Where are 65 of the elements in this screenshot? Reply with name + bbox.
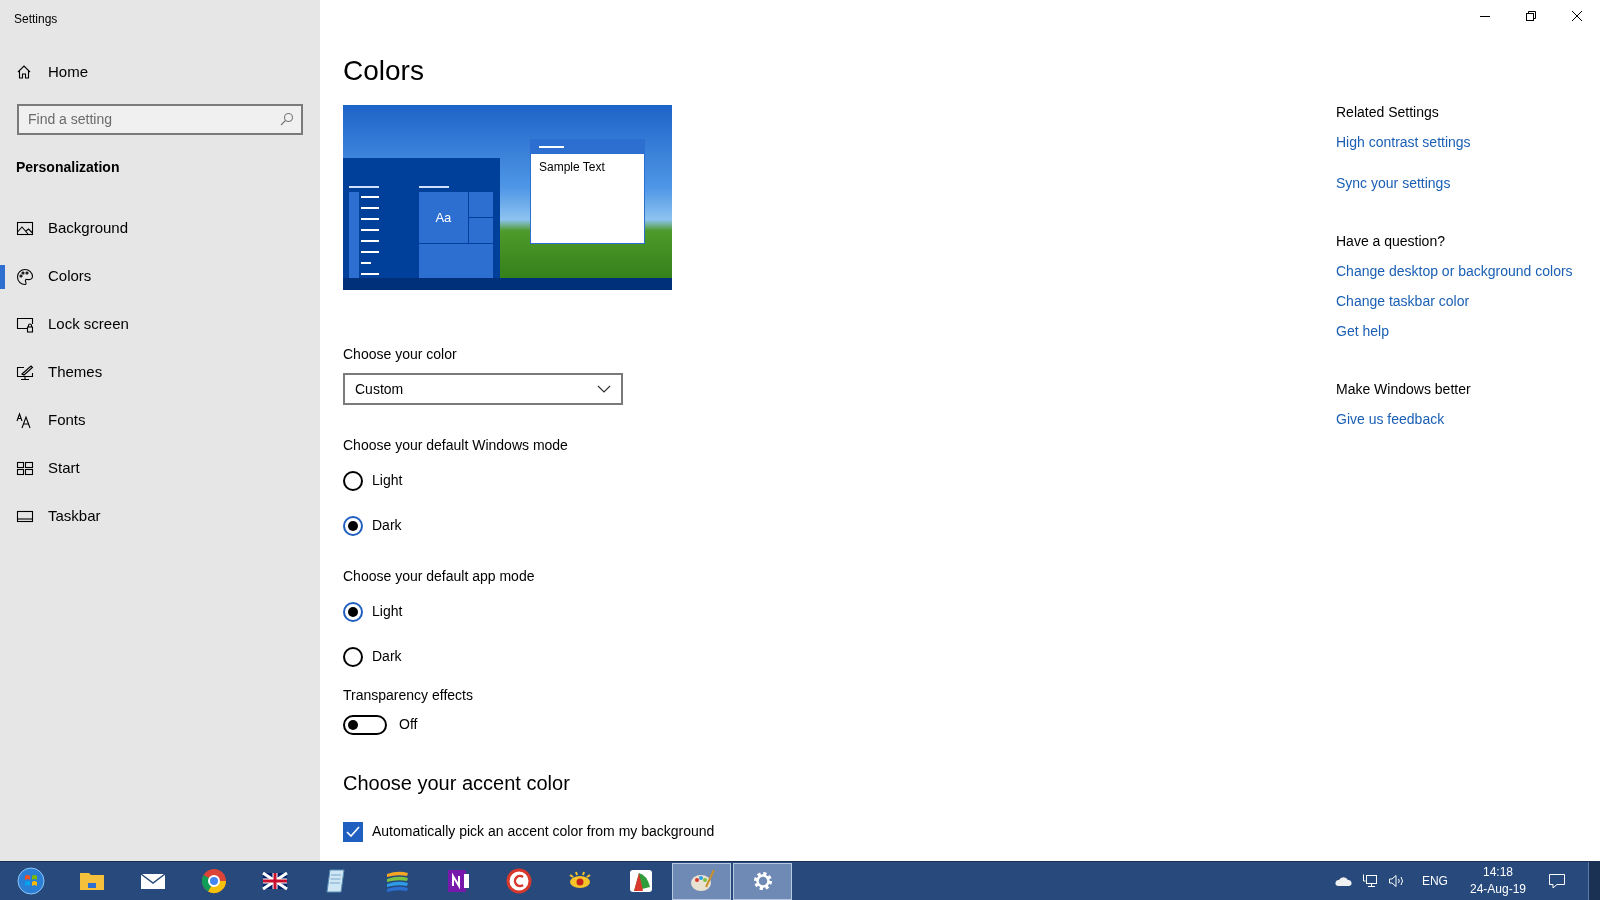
notification-icon[interactable] [1548, 873, 1566, 889]
help-link[interactable]: Change taskbar color [1336, 291, 1470, 312]
section-heading: Personalization [16, 157, 120, 177]
monitor-lock-icon [16, 315, 34, 334]
setting-label: Transparency effects [343, 686, 473, 705]
browser-circle-icon [199, 867, 228, 895]
page-title: Colors [343, 54, 424, 88]
radio-option[interactable]: Dark [343, 515, 402, 536]
cloud-icon[interactable] [1333, 875, 1352, 887]
nav-item[interactable]: Themes [0, 348, 320, 397]
search-icon [280, 111, 294, 126]
network-icon[interactable] [1361, 873, 1378, 889]
taskbar-button[interactable] [672, 862, 731, 900]
restore-icon [1526, 11, 1536, 21]
group-label: Choose your default Windows mode [343, 436, 568, 455]
nav-item[interactable]: Taskbar [0, 492, 320, 541]
help-link[interactable]: Change desktop or background colors [1336, 261, 1573, 282]
circle-c-icon [504, 867, 533, 895]
close-icon [1572, 11, 1582, 21]
nav-item[interactable]: Colors [0, 252, 320, 301]
chevron-down-icon [597, 385, 611, 393]
section-heading: Make Windows better [1336, 380, 1471, 399]
checkbox[interactable] [343, 821, 363, 842]
radio-button[interactable] [343, 470, 363, 491]
section-heading: Choose your accent color [343, 771, 570, 796]
show-desktop-button[interactable] [1588, 862, 1600, 900]
help-link[interactable]: Get help [1336, 321, 1389, 342]
help-link[interactable]: Sync your settings [1336, 173, 1451, 194]
nav-item[interactable]: Fonts [0, 396, 320, 445]
home-link[interactable]: Home [16, 61, 88, 84]
radio-button[interactable] [343, 646, 363, 667]
clock[interactable]: 14:18 24-Aug-19 [1469, 864, 1526, 898]
color-dropdown[interactable]: Custom [343, 373, 623, 405]
font-letters-icon [16, 411, 34, 430]
nav-item[interactable]: Lock screen [0, 300, 320, 349]
search-field[interactable]: Find a setting [17, 103, 303, 135]
picture-icon [16, 219, 34, 238]
section-heading: Related Settings [1336, 103, 1439, 122]
help-link[interactable]: Give us feedback [1336, 409, 1445, 430]
nav-item[interactable]: Start [0, 444, 320, 493]
language-indicator[interactable]: ENG [1421, 872, 1448, 890]
taskbar-button[interactable] [733, 862, 792, 900]
home-icon [16, 64, 32, 81]
checkbox-label: Automatically pick an accent color from my background [372, 822, 715, 841]
palette-icon [16, 267, 34, 286]
monitor-brush-icon [16, 363, 34, 382]
sample-text: Sample Text [539, 159, 606, 176]
toggle-state: Off [399, 715, 418, 734]
help-link[interactable]: High contrast settings [1336, 132, 1471, 153]
tiles-icon [16, 459, 34, 478]
group-label: Choose your default app mode [343, 567, 535, 586]
section-heading: Have a question? [1336, 232, 1445, 251]
window-title: Settings [14, 11, 58, 28]
nav-item[interactable]: Background [0, 204, 320, 253]
radio-option[interactable]: Light [343, 470, 403, 491]
radio-button[interactable] [343, 515, 363, 536]
start-orb-icon [16, 867, 45, 895]
field-label: Choose your color [343, 345, 457, 364]
tile-label: Aa [435, 208, 452, 227]
speaker-icon[interactable] [1387, 874, 1406, 888]
radio-option[interactable]: Light [343, 601, 403, 622]
radio-button[interactable] [343, 601, 363, 622]
radio-option[interactable]: Dark [343, 646, 402, 667]
toggle-switch[interactable] [343, 714, 387, 735]
minimize-icon [1480, 15, 1490, 17]
